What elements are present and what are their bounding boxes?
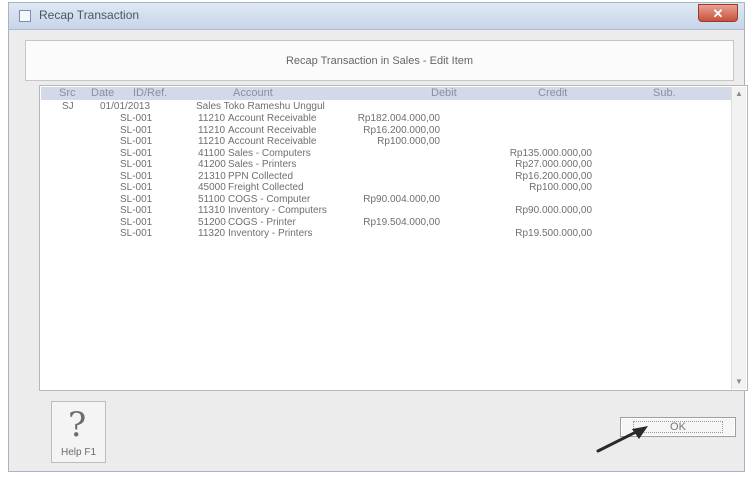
- recap-transaction-window: Recap Transaction ✕ Recap Transaction in…: [8, 2, 748, 472]
- cell-account-name: Account Receivable: [228, 124, 317, 136]
- column-header-credit[interactable]: Credit: [538, 87, 567, 100]
- table-row[interactable]: SL-001 11210 Account Receivable Rp182.004.0…: [40, 113, 730, 125]
- scroll-down-icon[interactable]: ▼: [732, 375, 746, 389]
- cell-account-no: 11210: [198, 113, 226, 124]
- cell-account-no: 11310: [198, 205, 226, 216]
- window-icon: [19, 10, 31, 22]
- grid-header: Src Date ID/Ref. Account Debit Credit Su…: [41, 87, 731, 100]
- column-header-ref[interactable]: ID/Ref.: [133, 87, 167, 100]
- table-row[interactable]: SL-001 11310 Inventory - Computers Rp90.000…: [40, 205, 730, 217]
- cell-ref: SL-001: [120, 113, 153, 124]
- summary-description: Sales Toko Rameshu Unggul: [196, 101, 325, 112]
- cell-account-no: 11320: [198, 228, 226, 239]
- table-row[interactable]: SL-001 11210 Account Receivable Rp16.200.00…: [40, 125, 730, 137]
- cell-account-no: 51100: [198, 193, 226, 205]
- window-title: Recap Transaction: [39, 8, 140, 22]
- cell-debit: Rp16.200.000,00: [363, 124, 440, 136]
- cell-ref: SL-001: [120, 124, 153, 136]
- column-header-src[interactable]: Src: [59, 87, 76, 100]
- header-title: Recap Transaction in Sales - Edit Item: [285, 55, 474, 67]
- cell-ref: SL-001: [120, 205, 153, 216]
- cell-debit: Rp90.004.000,00: [363, 193, 440, 205]
- vertical-scrollbar[interactable]: ▲ ▼: [731, 87, 746, 389]
- help-button[interactable]: ? Help F1: [51, 401, 106, 463]
- cell-debit: Rp19.504.000,00: [363, 216, 440, 228]
- cell-account-name: Inventory - Computers: [228, 205, 327, 216]
- cell-account-name: PPN Collected: [228, 170, 294, 182]
- cell-ref: SL-001: [120, 147, 153, 159]
- pointer-arrow-icon: [596, 426, 648, 453]
- table-row[interactable]: SL-001 51100 COGS - Computer Rp90.004.000,0…: [40, 194, 730, 206]
- close-button[interactable]: ✕: [698, 4, 738, 22]
- cell-credit: Rp19.500.000,00: [515, 228, 592, 239]
- cell-account-no: 41200: [198, 159, 226, 170]
- scroll-up-icon[interactable]: ▲: [732, 87, 746, 101]
- cell-ref: SL-001: [120, 228, 153, 239]
- cell-account-name: Sales - Computers: [228, 147, 311, 159]
- cell-account-name: Sales - Printers: [228, 159, 297, 170]
- cell-debit: Rp182.004.000,00: [357, 113, 440, 124]
- summary-src: SJ: [62, 101, 74, 112]
- cell-credit: Rp90.000.000,00: [515, 205, 592, 216]
- cell-ref: SL-001: [120, 182, 153, 193]
- table-row[interactable]: SL-001 45000 Freight Collected Rp100.000,00: [40, 182, 730, 194]
- cell-credit: Rp100.000,00: [529, 182, 592, 193]
- cell-account-no: 45000: [198, 182, 226, 193]
- summary-date: 01/01/2013: [100, 101, 151, 112]
- question-mark-icon: ?: [68, 405, 87, 445]
- cell-ref: SL-001: [120, 193, 153, 205]
- cell-account-no: 51200: [198, 216, 226, 228]
- column-header-sub[interactable]: Sub.: [653, 87, 676, 100]
- cell-ref: SL-001: [120, 159, 153, 170]
- recap-grid[interactable]: Src Date ID/Ref. Account Debit Credit Su…: [39, 85, 748, 391]
- column-header-account[interactable]: Account: [233, 87, 273, 100]
- table-row[interactable]: SL-001 41200 Sales - Printers Rp27.000.000,…: [40, 159, 730, 171]
- cell-account-name: Account Receivable: [228, 113, 317, 124]
- column-header-date[interactable]: Date: [91, 87, 114, 100]
- cell-ref: SL-001: [120, 136, 153, 147]
- cell-account-name: Account Receivable: [228, 136, 317, 147]
- header-panel: Recap Transaction in Sales - Edit Item: [25, 40, 734, 81]
- column-header-debit[interactable]: Debit: [431, 87, 457, 100]
- cell-debit: Rp100.000,00: [377, 136, 440, 147]
- table-row[interactable]: SL-001 21310 PPN Collected Rp16.200.000,00: [40, 171, 730, 183]
- table-row[interactable]: SL-001 11320 Inventory - Printers Rp19.500.…: [40, 228, 730, 240]
- cell-account-name: Freight Collected: [228, 182, 304, 193]
- cell-ref: SL-001: [120, 216, 153, 228]
- table-row-summary[interactable]: SJ 01/01/2013 Sales Toko Rameshu Unggul: [40, 101, 730, 113]
- cell-ref: SL-001: [120, 170, 153, 182]
- cell-account-no: 21310: [198, 170, 226, 182]
- cell-account-no: 11210: [198, 124, 226, 136]
- cell-credit: Rp16.200.000,00: [515, 170, 592, 182]
- table-row[interactable]: SL-001 11210 Account Receivable Rp100.000,0…: [40, 136, 730, 148]
- cell-account-no: 11210: [198, 136, 226, 147]
- cell-account-name: COGS - Printer: [228, 216, 296, 228]
- cell-account-no: 41100: [198, 147, 226, 159]
- help-button-label: Help F1: [60, 447, 96, 458]
- title-bar: Recap Transaction ✕: [9, 3, 744, 30]
- cell-account-name: Inventory - Printers: [228, 228, 313, 239]
- table-row[interactable]: SL-001 51200 COGS - Printer Rp19.504.000,00: [40, 217, 730, 229]
- table-row[interactable]: SL-001 41100 Sales - Computers Rp135.000.00…: [40, 148, 730, 160]
- cell-credit: Rp27.000.000,00: [515, 159, 592, 170]
- cell-account-name: COGS - Computer: [228, 193, 311, 205]
- cell-credit: Rp135.000.000,00: [509, 147, 592, 159]
